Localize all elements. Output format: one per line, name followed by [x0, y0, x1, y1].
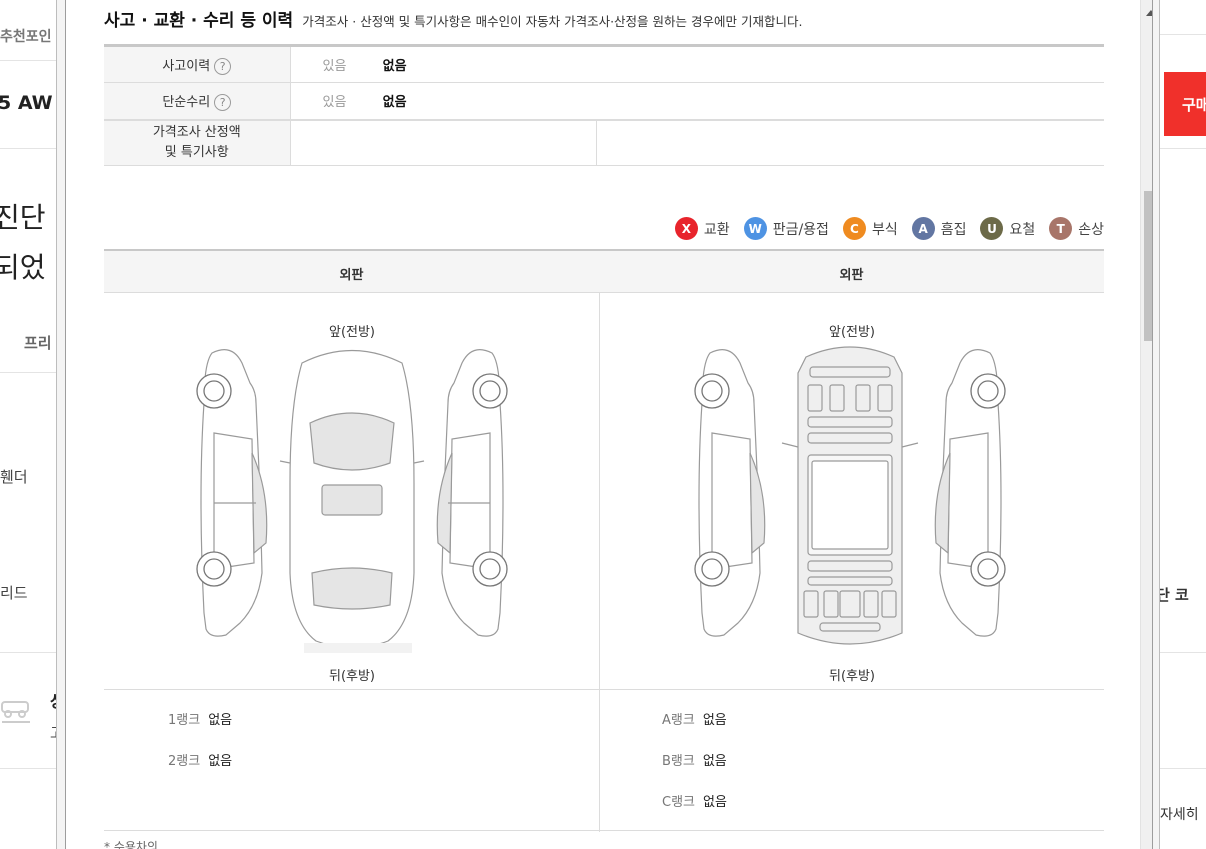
option-no: 없음 — [382, 95, 407, 111]
rank-value: 없음 — [702, 713, 727, 728]
bg-fragment: 휀더 — [0, 468, 28, 486]
rank-label: B랭크 — [662, 754, 695, 769]
bg-fragment: 되었 — [0, 251, 46, 284]
background-right-column: 구매 단 코 자세히 — [1156, 0, 1206, 849]
legend-label: 요철 — [1009, 221, 1036, 238]
rank-value: 없음 — [208, 754, 233, 769]
rank-value: 없음 — [208, 713, 233, 728]
legend-marker-icon: U — [980, 217, 1004, 240]
legend-marker-icon: W — [743, 217, 767, 240]
rank-item: 2랭크 없음 — [168, 750, 232, 769]
row-value: 있음 없음 — [290, 45, 1104, 83]
legend-label: 손상 — [1078, 221, 1104, 238]
buy-button[interactable]: 구매 — [1164, 72, 1206, 136]
row-value: 있음 없음 — [290, 82, 1104, 120]
footnote: * 수용차의 ... — [104, 840, 174, 849]
bg-fragment: 프리 — [24, 334, 52, 352]
scroll-up-arrow-icon[interactable] — [1146, 10, 1152, 16]
legend-item: U 요철 — [980, 217, 1035, 240]
bg-fragment: 진단 — [0, 201, 46, 234]
option-yes: 있음 — [322, 59, 347, 74]
legend-item: A 흠집 — [911, 217, 967, 240]
option-yes: 있음 — [322, 95, 347, 111]
row-header: 단순수리? — [104, 82, 291, 120]
section-title: 사고 · 교환 · 수리 등 이력 — [104, 11, 294, 31]
rear-label: 뒤(후방) — [328, 669, 376, 684]
notes-cell — [596, 119, 1104, 166]
bg-fragment: 5 AW — [0, 92, 53, 114]
legend-label: 교환 — [703, 221, 730, 238]
modal-scrollbar[interactable] — [1140, 0, 1152, 849]
rank-item: 1랭크 없음 — [168, 709, 232, 728]
bg-fragment: 리드 — [0, 584, 28, 602]
bg-fragment[interactable]: 자세히 — [1160, 804, 1199, 824]
rank-value: 없음 — [702, 754, 727, 769]
section-subtitle: 가격조사 · 산정액 및 특기사항은 매수인이 자동차 가격조사·산정을 원하는… — [302, 14, 803, 29]
rank-item: B랭크 없음 — [662, 750, 727, 769]
row-header: 사고이력? — [104, 45, 291, 83]
bg-fragment: 단 코 — [1156, 586, 1189, 604]
rank-item: A랭크 없음 — [662, 709, 727, 728]
legend-marker-icon: A — [911, 217, 935, 240]
car-lift-icon — [1, 701, 30, 723]
buy-button-label: 구매 — [1182, 96, 1206, 114]
rank-item: C랭크 없음 — [662, 791, 727, 810]
option-no: 없음 — [382, 59, 407, 74]
legend-item: T 손상 — [1049, 217, 1104, 240]
price-cell — [290, 119, 597, 166]
left-header: 외판 — [339, 268, 364, 283]
table-row: 사고이력? 있음 없음 — [104, 45, 1104, 83]
scrollbar-thumb[interactable] — [1144, 191, 1152, 341]
legend-item: X 교환 — [674, 217, 730, 240]
row-label: 및 특기사항 — [164, 144, 229, 160]
rank-value: 없음 — [703, 795, 727, 810]
inspection-modal: 사고 · 교환 · 수리 등 이력 가격조사 · 산정액 및 특기사항은 매수인… — [56, 0, 1160, 849]
bg-fragment: 추천포인 — [0, 29, 52, 45]
table-row: 가격조사 산정액 및 특기사항 — [104, 119, 1104, 166]
legend-marker-icon: X — [674, 217, 698, 240]
modal-body: 사고 · 교환 · 수리 등 이력 가격조사 · 산정액 및 특기사항은 매수인… — [65, 0, 1153, 849]
row-label: 사고이력 — [162, 58, 211, 74]
legend-marker-icon: C — [842, 217, 866, 240]
frame-panel-diagram[interactable] — [690, 343, 1010, 653]
legend-marker-icon: T — [1049, 217, 1073, 240]
front-label: 앞(전방) — [328, 325, 376, 340]
table-row: 단순수리? 있음 없음 — [104, 82, 1104, 120]
legend-item: W 판금/용접 — [743, 217, 829, 240]
diagram-header: 외판 외판 — [104, 251, 1104, 293]
row-label: 단순수리 — [162, 94, 211, 110]
legend-label: 부식 — [871, 221, 898, 238]
section-heading: 사고 · 교환 · 수리 등 이력 가격조사 · 산정액 및 특기사항은 매수인… — [104, 6, 802, 31]
legend: X 교환 W 판금/용접 C 부식 A 흠집 U 요철 T 손상 — [667, 217, 1104, 240]
rank-label: 1랭크 — [168, 713, 201, 728]
history-table: 사고이력? 있음 없음 단순수리? 있음 없음 가격조사 산정액 및 특기사항 — [104, 44, 1104, 166]
rear-label: 뒤(후방) — [828, 669, 876, 684]
rank-label: A랭크 — [662, 713, 695, 728]
question-circle-icon[interactable]: ? — [214, 93, 232, 111]
exterior-diagram: 외판 외판 앞(전방) 앞(전방) 뒤(후방) 뒤(후방) 1랭크 없음 2랭크… — [104, 249, 1104, 832]
row-label: 가격조사 산정액 — [152, 124, 241, 140]
exterior-panel-diagram[interactable] — [192, 343, 512, 653]
rank-label: C랭크 — [662, 795, 695, 810]
right-header: 외판 — [839, 268, 864, 283]
legend-item: C 부식 — [842, 217, 898, 240]
row-header: 가격조사 산정액 및 특기사항 — [104, 119, 291, 166]
rank-label: 2랭크 — [168, 754, 201, 769]
question-circle-icon[interactable]: ? — [214, 57, 232, 75]
front-label: 앞(전방) — [828, 325, 876, 340]
legend-label: 판금/용접 — [772, 221, 829, 238]
legend-label: 흠집 — [940, 221, 967, 238]
